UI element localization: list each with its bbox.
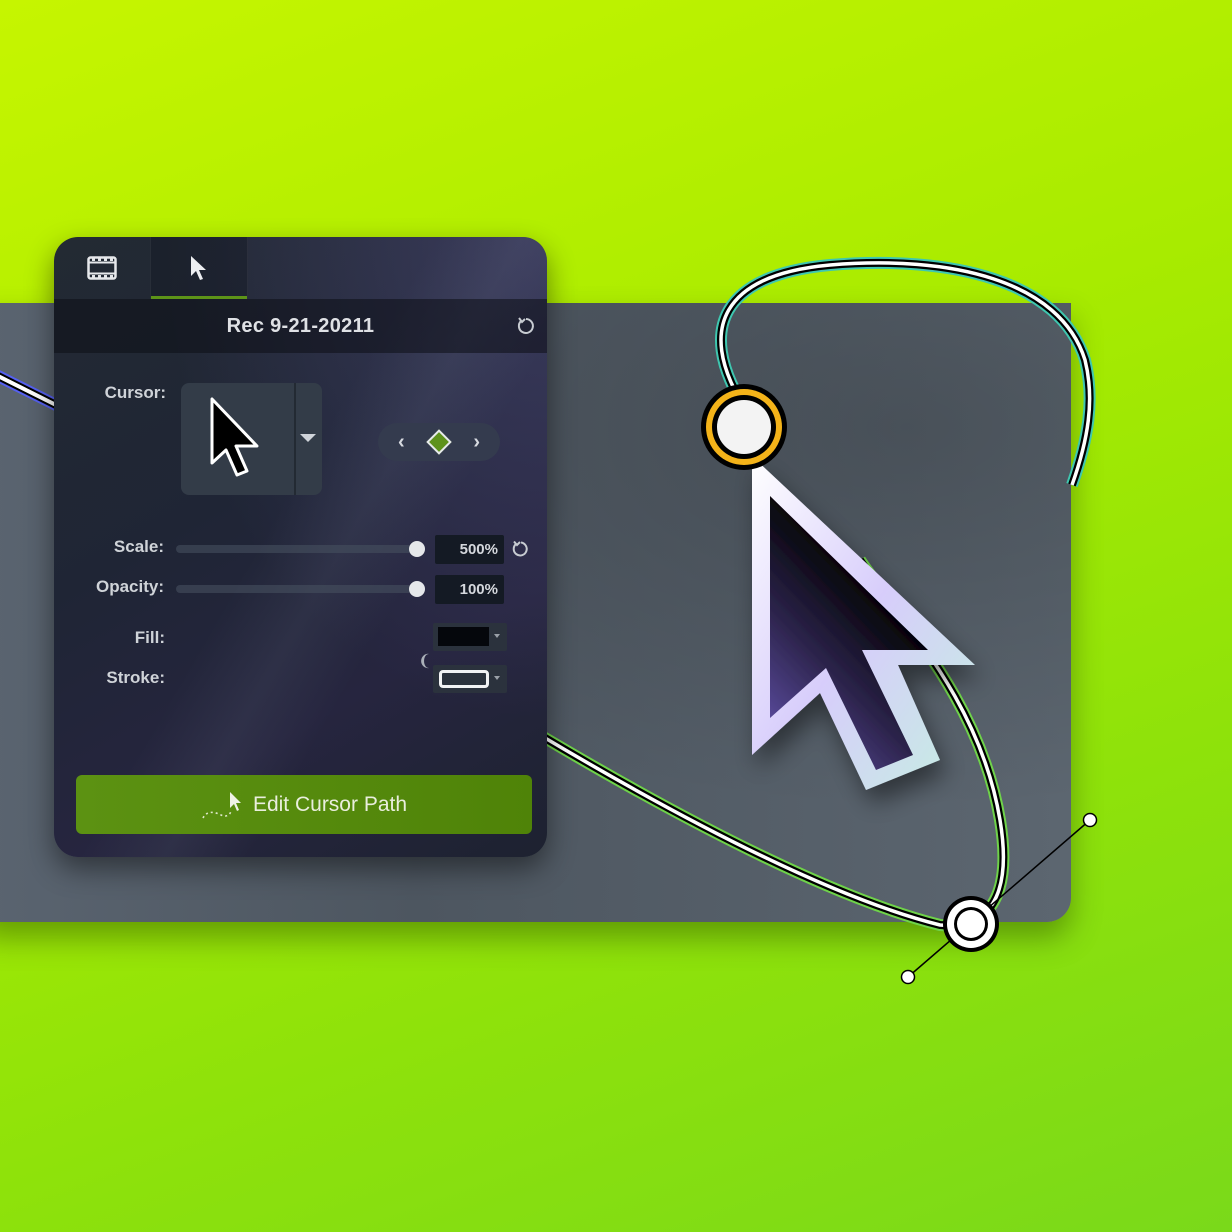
cursor-path-icon	[202, 791, 241, 818]
film-strip-icon	[87, 256, 117, 280]
link-icon[interactable]: ❨	[418, 651, 431, 671]
chevron-down-icon	[494, 676, 500, 680]
tab-visual-properties[interactable]	[54, 237, 150, 299]
path-node-bottom[interactable]	[943, 896, 999, 952]
previous-keyframe-button[interactable]: ‹	[398, 431, 405, 454]
edit-cursor-path-button[interactable]: Edit Cursor Path	[76, 775, 532, 834]
picker-divider	[294, 383, 296, 495]
cursor-label: Cursor:	[104, 383, 166, 402]
stroke-color-swatch	[439, 670, 489, 688]
cursor-properties-panel: Rec 9-21-20211 Cursor: ‹ › Scale: 500% O…	[54, 237, 547, 857]
scale-label: Scale:	[113, 537, 164, 556]
scale-slider[interactable]	[176, 541, 426, 557]
scale-slider-knob[interactable]	[409, 541, 426, 557]
title-bar: Rec 9-21-20211	[54, 299, 547, 353]
fill-color-swatch	[438, 627, 489, 646]
cursor-preview-icon	[210, 397, 259, 477]
cursor-picker[interactable]	[181, 383, 322, 495]
reset-scale-icon[interactable]	[511, 539, 531, 559]
path-node-active[interactable]	[701, 384, 787, 470]
edit-cursor-path-label: Edit Cursor Path	[252, 792, 408, 816]
chevron-down-icon	[494, 634, 500, 638]
stroke-color-picker[interactable]	[433, 665, 507, 693]
recording-title: Rec 9-21-20211	[226, 314, 375, 337]
keyframe-navigator: ‹ ›	[378, 423, 500, 461]
fill-label: Fill:	[134, 628, 165, 647]
stroke-label: Stroke:	[106, 668, 165, 687]
cursor-arrow-icon	[191, 256, 206, 280]
panel-tabs	[54, 237, 547, 299]
handle-point-bottom[interactable]	[900, 969, 916, 985]
chevron-down-icon[interactable]	[300, 434, 316, 442]
opacity-input[interactable]: 100%	[435, 575, 504, 604]
reset-icon[interactable]	[515, 315, 537, 337]
scale-input[interactable]: 500%	[435, 535, 504, 564]
opacity-slider[interactable]	[176, 581, 426, 597]
fill-color-picker[interactable]	[433, 623, 507, 651]
tab-cursor-properties[interactable]	[150, 237, 248, 299]
opacity-label: Opacity:	[95, 577, 164, 596]
handle-point-top[interactable]	[1082, 812, 1098, 828]
next-keyframe-button[interactable]: ›	[473, 431, 480, 454]
opacity-slider-knob[interactable]	[409, 581, 426, 597]
diamond-keyframe-icon[interactable]	[426, 429, 452, 455]
